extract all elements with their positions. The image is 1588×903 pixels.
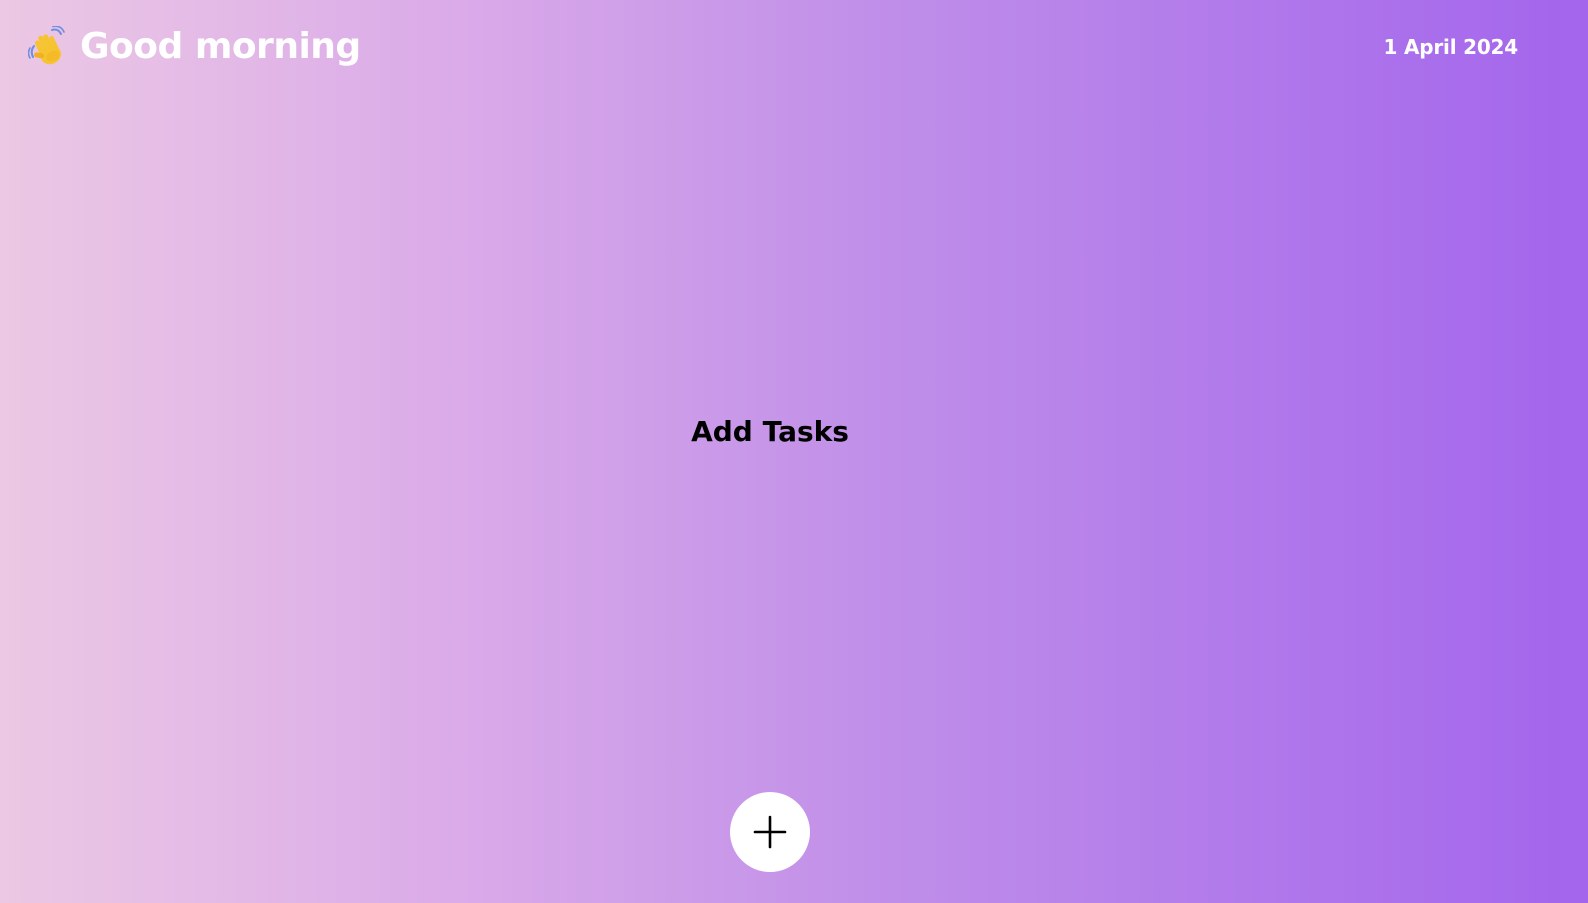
header: Good morning 1 April 2024 — [0, 0, 1588, 96]
greeting-text: Good morning — [80, 26, 361, 67]
date-label: 1 April 2024 — [1383, 35, 1519, 59]
empty-state-message: Add Tasks — [691, 415, 849, 448]
add-task-button[interactable] — [730, 792, 810, 872]
plus-icon — [753, 815, 787, 849]
waving-hand-icon — [27, 25, 70, 68]
greeting: Good morning — [27, 22, 361, 72]
